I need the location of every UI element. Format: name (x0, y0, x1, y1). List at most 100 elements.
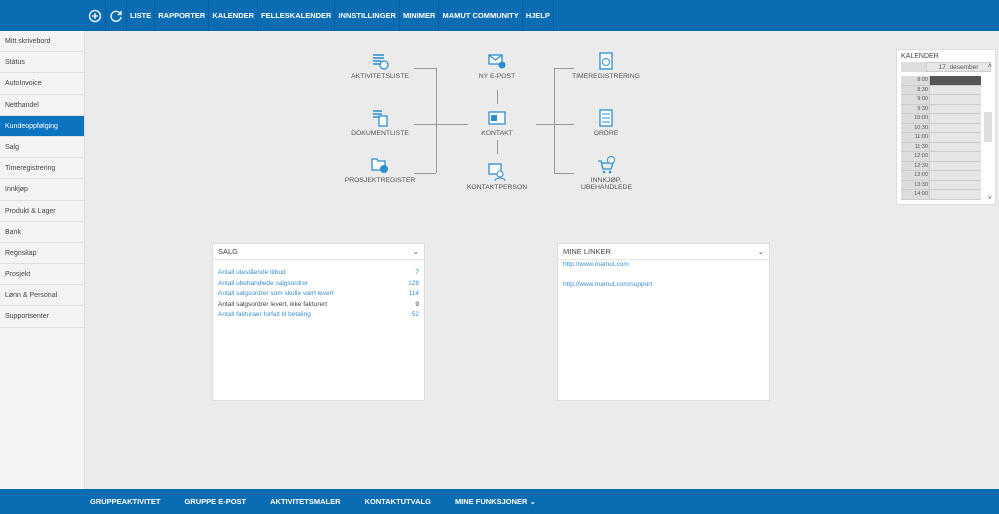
node-kontaktperson[interactable]: KONTAKTPERSON (442, 163, 552, 191)
sidebar-item-netthandel[interactable]: Netthandel (0, 95, 84, 116)
sidebar-item-status[interactable]: Status (0, 52, 84, 74)
node-innkjop[interactable]: INNKJØP, UBEHANDLEDE (551, 156, 661, 191)
calendar-time-slot[interactable]: 12:00 (901, 152, 981, 162)
sidebar-item-prosjekt[interactable]: Prosjekt (0, 264, 84, 286)
calendar-time-slot[interactable]: 11:00 (901, 133, 981, 143)
calendar-time-slot[interactable]: 9:00 (901, 95, 981, 105)
calendar-slot-cell[interactable] (929, 85, 981, 94)
calendar-slot-cell[interactable] (929, 142, 981, 151)
calendar-slot-cell[interactable] (929, 114, 981, 123)
aktivitetsmaler-button[interactable]: AKTIVITETSMALER (270, 497, 340, 506)
timesheet-icon (599, 52, 613, 70)
scroll-down-icon[interactable]: ˅ (988, 195, 992, 202)
sidebar-item-mitt-skrivebord[interactable]: Mitt skrivebord (0, 31, 84, 53)
calendar-time-label: 10:00 (901, 114, 929, 123)
node-prosjektregister[interactable]: PROSJEKTREGISTER (325, 156, 435, 184)
calendar-time-slot[interactable]: 13:00 (901, 171, 981, 181)
calendar-slot-cell[interactable] (929, 104, 981, 113)
calendar-time-label: 9:00 (901, 95, 929, 104)
link-mamut-support[interactable]: http://www.mamut.com/support (558, 280, 769, 290)
node-ny-epost[interactable]: NY E-POST (442, 52, 552, 80)
calendar-time-slot[interactable]: 12:30 (901, 161, 981, 171)
calendar-slot-cell[interactable] (929, 190, 981, 199)
calendar-time-slot[interactable]: 9:30 (901, 104, 981, 114)
nav-kalender[interactable]: KALENDER (209, 0, 259, 31)
calendar-slot-cell[interactable] (929, 180, 981, 189)
nav-innstillinger[interactable]: INNSTILLINGER (335, 0, 400, 31)
salg-row[interactable]: Antall fakturaer forfalt til betaling 52 (213, 310, 424, 321)
link-mamut[interactable]: http://www.mamut.com (558, 260, 769, 270)
calendar-time-label: 12:30 (901, 161, 929, 170)
sidebar-item-supportsenter[interactable]: Supportsenter (0, 306, 84, 328)
sidebar-item-kundeoppfolging[interactable]: Kundeoppfølging (0, 115, 84, 137)
calendar-slot-cell[interactable] (929, 161, 981, 170)
refresh-icon (110, 10, 122, 22)
mine-linker-panel: MINE LINKER ⌄ http://www.mamut.com http:/… (557, 243, 770, 401)
calendar-time-slot[interactable]: 14:00 (901, 190, 981, 200)
node-kontakt[interactable]: KONTAKT (442, 109, 552, 137)
salg-row[interactable]: Antall ubehandlede salgsordrer 128 (213, 279, 424, 290)
calendar-time-slot[interactable]: 10:00 (901, 114, 981, 124)
connector (436, 68, 437, 173)
calendar-time-label: 13:00 (901, 171, 929, 180)
add-button[interactable] (85, 0, 106, 31)
calendar-time-slot[interactable]: 11:30 (901, 142, 981, 152)
kontaktutvalg-button[interactable]: KONTAKTUTVALG (365, 497, 431, 506)
sidebar-item-timeregistrering[interactable]: Timeregistrering (0, 158, 84, 180)
gruppe-epost-button[interactable]: GRUPPE E-POST (184, 497, 246, 506)
document-list-icon (373, 110, 388, 127)
calendar-time-slot[interactable]: 13:30 (901, 180, 981, 190)
node-ordre[interactable]: ORDRE (551, 109, 661, 137)
salg-row: Antall salgsordrer levert, ikke fakturer… (218, 300, 419, 308)
calendar-time-label: 11:30 (901, 142, 929, 151)
calendar-date-header: 17. desember (926, 62, 991, 72)
mine-funksjoner-button[interactable]: MINE FUNKSJONER ⌄ (455, 497, 536, 506)
bottom-bar: GRUPPEAKTIVITET GRUPPE E-POST AKTIVITETS… (0, 489, 999, 514)
calendar-slot-cell[interactable] (929, 76, 981, 85)
sidebar-item-lonn-personal[interactable]: Lønn & Personal (0, 285, 84, 307)
salg-title: SALG (218, 247, 239, 256)
calendar-time-slot[interactable]: 8:00 (901, 76, 981, 86)
chevron-down-icon[interactable]: ⌄ (758, 244, 764, 259)
gruppeaktivitet-button[interactable]: GRUPPEAKTIVITET (90, 497, 160, 506)
calendar-time-label: 9:30 (901, 104, 929, 113)
mine-linker-title: MINE LINKER (563, 247, 611, 256)
calendar-slot-cell[interactable] (929, 133, 981, 142)
sidebar-item-regnskap[interactable]: Regnskap (0, 243, 84, 265)
chevron-down-icon: ⌄ (529, 497, 536, 506)
chevron-down-icon[interactable]: ⌄ (413, 244, 419, 259)
node-dokumentliste[interactable]: DOKUMENTLISTE (325, 109, 435, 137)
node-timeregistrering[interactable]: TIMEREGISTRERING (551, 52, 661, 80)
calendar-time-label: 12:00 (901, 152, 929, 161)
nav-hjelp[interactable]: HJELP (523, 0, 554, 31)
scroll-up-icon[interactable]: ˄ (988, 63, 992, 70)
top-nav: LISTE RAPPORTER KALENDER FELLESKALENDER … (85, 0, 554, 31)
sidebar-item-innkjop[interactable]: Innkjøp (0, 179, 84, 201)
calendar-time-label: 11:00 (901, 133, 929, 142)
calendar-slot-cell[interactable] (929, 123, 981, 132)
calendar-grid[interactable]: 8:00 8:30 9:00 9:30 10:00 10:30 11:00 11:30 12:0… (901, 76, 981, 200)
nav-minimer[interactable]: MINIMER (400, 0, 440, 31)
calendar-slot-cell[interactable] (929, 152, 981, 161)
nav-felleskalender[interactable]: FELLESKALENDER (258, 0, 336, 31)
calendar-slot-cell[interactable] (929, 95, 981, 104)
shopping-cart-clock-icon (598, 156, 615, 174)
calendar-slot-cell[interactable] (929, 171, 981, 180)
calendar-time-slot[interactable]: 10:30 (901, 123, 981, 133)
plus-circle-icon (88, 9, 102, 22)
sidebar-item-autoinvoice[interactable]: AutoInvoice (0, 73, 84, 95)
salg-row[interactable]: Antall salgsordrer som skulle vært lever… (213, 289, 424, 300)
sidebar-item-produkt-lager[interactable]: Produkt & Lager (0, 201, 84, 222)
calendar-time-slot[interactable]: 8:30 (901, 85, 981, 95)
node-aktivitetsliste[interactable]: AKTIVITETSLISTE (325, 52, 435, 80)
sidebar-item-salg[interactable]: Salg (0, 137, 84, 159)
nav-rapporter[interactable]: RAPPORTER (155, 0, 210, 31)
order-icon (599, 109, 613, 127)
sidebar-item-bank[interactable]: Bank (0, 222, 84, 243)
salg-row[interactable]: Antall utestående tilbud 7 (213, 268, 424, 279)
nav-liste[interactable]: LISTE (127, 0, 156, 31)
nav-mamut-community[interactable]: MAMUT COMMUNITY (439, 0, 523, 31)
calendar-widget: KALENDER 17. desember 8:00 8:30 9:00 9:30 10… (896, 49, 996, 205)
calendar-scrollbar[interactable] (984, 112, 992, 142)
refresh-button[interactable] (106, 0, 127, 31)
